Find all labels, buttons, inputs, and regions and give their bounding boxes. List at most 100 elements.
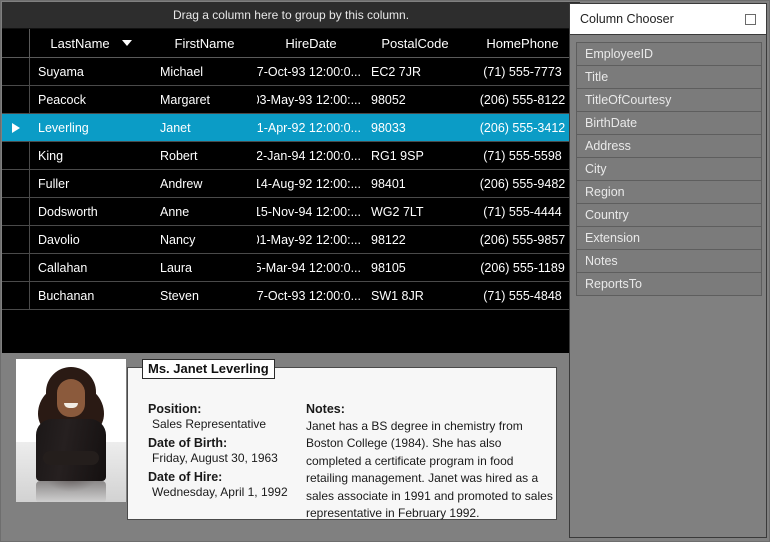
- birthdate-value: Friday, August 30, 1963: [152, 451, 278, 465]
- column-chooser-item[interactable]: ReportsTo: [576, 272, 762, 296]
- cell-postalcode[interactable]: WG2 7LT: [365, 198, 465, 225]
- cell-firstname[interactable]: Andrew: [152, 170, 257, 197]
- cell-lastname[interactable]: Buchanan: [30, 282, 152, 309]
- cell-firstname[interactable]: Anne: [152, 198, 257, 225]
- row-indicator-cell[interactable]: [2, 198, 30, 225]
- row-indicator-cell[interactable]: [2, 142, 30, 169]
- table-row[interactable]: Callahan Laura 05-Mar-94 12:00:0... 98105 (2…: [2, 254, 580, 282]
- cell-hiredate[interactable]: 05-Mar-94 12:00:0...: [257, 254, 365, 281]
- column-chooser-item[interactable]: Region: [576, 180, 762, 204]
- table-row[interactable]: Suyama Michael 17-Oct-93 12:00:0... EC2 7JR…: [2, 58, 580, 86]
- cell-lastname[interactable]: Peacock: [30, 86, 152, 113]
- cell-postalcode[interactable]: 98122: [365, 226, 465, 253]
- application-window: Drag a column here to group by this colu…: [0, 0, 770, 542]
- cell-firstname[interactable]: Janet: [152, 114, 257, 141]
- cell-lastname[interactable]: Davolio: [30, 226, 152, 253]
- column-chooser-item[interactable]: BirthDate: [576, 111, 762, 135]
- cell-hiredate[interactable]: 02-Jan-94 12:00:0...: [257, 142, 365, 169]
- grid-rows: Suyama Michael 17-Oct-93 12:00:0... EC2 7JR…: [2, 58, 580, 310]
- cell-hiredate[interactable]: 01-Apr-92 12:00:0...: [257, 114, 365, 141]
- cell-hiredate[interactable]: 03-May-93 12:00:...: [257, 86, 365, 113]
- cell-homephone[interactable]: (71) 555-4848: [465, 282, 580, 309]
- cell-homephone[interactable]: (71) 555-4444: [465, 198, 580, 225]
- column-header-firstname[interactable]: FirstName: [152, 29, 257, 57]
- cell-homephone[interactable]: (206) 555-3412: [465, 114, 580, 141]
- table-row[interactable]: Dodsworth Anne 15-Nov-94 12:00:... WG2 7LT(…: [2, 198, 580, 226]
- row-indicator-cell[interactable]: [2, 254, 30, 281]
- table-row[interactable]: Davolio Nancy 01-May-92 12:00:... 98122 (206…: [2, 226, 580, 254]
- cell-firstname[interactable]: Laura: [152, 254, 257, 281]
- cell-homephone[interactable]: (71) 555-5598: [465, 142, 580, 169]
- cell-hiredate[interactable]: 17-Oct-93 12:00:0...: [257, 58, 365, 85]
- column-chooser-item[interactable]: EmployeeID: [576, 42, 762, 66]
- row-indicator-cell[interactable]: [2, 226, 30, 253]
- row-indicator-cell[interactable]: [2, 282, 30, 309]
- group-by-panel-text: Drag a column here to group by this colu…: [172, 8, 410, 22]
- cell-firstname[interactable]: Michael: [152, 58, 257, 85]
- column-header-label: LastName: [50, 35, 110, 51]
- column-chooser-item[interactable]: City: [576, 157, 762, 181]
- cell-postalcode[interactable]: 98105: [365, 254, 465, 281]
- table-row[interactable]: Peacock Margaret 03-May-93 12:00:... 98052(…: [2, 86, 580, 114]
- detail-groupbox: Position: Sales Representative Date of B…: [127, 367, 557, 520]
- table-row[interactable]: Buchanan Steven 17-Oct-93 12:00:0... SW1 8J…: [2, 282, 580, 310]
- table-row[interactable]: Fuller Andrew 14-Aug-92 12:00:... 98401 (206…: [2, 170, 580, 198]
- cell-hiredate[interactable]: 15-Nov-94 12:00:...: [257, 198, 365, 225]
- column-chooser-item[interactable]: TitleOfCourtesy: [576, 88, 762, 112]
- employee-detail-card: Position: Sales Representative Date of B…: [9, 357, 561, 532]
- photo-arms: [43, 451, 99, 465]
- table-row[interactable]: Leverling Janet 01-Apr-92 12:00:0... 98033(…: [2, 114, 580, 142]
- column-chooser-item[interactable]: Title: [576, 65, 762, 89]
- cell-lastname[interactable]: King: [30, 142, 152, 169]
- column-header-homephone[interactable]: HomePhone: [465, 29, 580, 57]
- column-header-label: HireDate: [285, 35, 337, 51]
- cell-firstname[interactable]: Nancy: [152, 226, 257, 253]
- close-icon[interactable]: [745, 13, 756, 25]
- cell-postalcode[interactable]: 98033: [365, 114, 465, 141]
- detail-card-title: Ms. Janet Leverling: [142, 359, 275, 379]
- cell-hiredate[interactable]: 01-May-92 12:00:...: [257, 226, 365, 253]
- row-indicator-cell[interactable]: [2, 58, 30, 85]
- group-by-panel[interactable]: Drag a column here to group by this colu…: [2, 2, 580, 29]
- column-header-label: PostalCode: [381, 35, 449, 51]
- photo-reflection: [36, 481, 106, 502]
- column-chooser-title: Column Chooser: [580, 12, 674, 26]
- cell-homephone[interactable]: (206) 555-9857: [465, 226, 580, 253]
- table-row[interactable]: King Robert 02-Jan-94 12:00:0... RG1 9SP (71…: [2, 142, 580, 170]
- row-indicator-cell[interactable]: [2, 170, 30, 197]
- row-indicator-cell[interactable]: [2, 114, 30, 141]
- cell-postalcode[interactable]: 98401: [365, 170, 465, 197]
- cell-lastname[interactable]: Dodsworth: [30, 198, 152, 225]
- cell-postalcode[interactable]: 98052: [365, 86, 465, 113]
- cell-hiredate[interactable]: 17-Oct-93 12:00:0...: [257, 282, 365, 309]
- photo-body: [36, 419, 106, 481]
- column-header-label: FirstName: [174, 35, 235, 51]
- column-header-hiredate[interactable]: HireDate: [257, 29, 365, 57]
- cell-postalcode[interactable]: RG1 9SP: [365, 142, 465, 169]
- cell-lastname[interactable]: Callahan: [30, 254, 152, 281]
- cell-lastname[interactable]: Suyama: [30, 58, 152, 85]
- position-label: Position:: [148, 402, 202, 416]
- cell-homephone[interactable]: (206) 555-9482: [465, 170, 580, 197]
- cell-postalcode[interactable]: EC2 7JR: [365, 58, 465, 85]
- row-indicator-cell[interactable]: [2, 86, 30, 113]
- cell-firstname[interactable]: Margaret: [152, 86, 257, 113]
- sort-descending-icon[interactable]: [121, 40, 132, 46]
- cell-homephone[interactable]: (71) 555-7773: [465, 58, 580, 85]
- column-header-lastname[interactable]: LastName: [30, 29, 152, 57]
- cell-lastname[interactable]: Leverling: [30, 114, 152, 141]
- column-chooser-item[interactable]: Address: [576, 134, 762, 158]
- column-header-postalcode[interactable]: PostalCode: [365, 29, 465, 57]
- cell-homephone[interactable]: (206) 555-1189: [465, 254, 580, 281]
- cell-firstname[interactable]: Robert: [152, 142, 257, 169]
- column-chooser-item[interactable]: Notes: [576, 249, 762, 273]
- cell-homephone[interactable]: (206) 555-8122: [465, 86, 580, 113]
- notes-value: Janet has a BS degree in chemistry from …: [306, 419, 553, 520]
- cell-lastname[interactable]: Fuller: [30, 170, 152, 197]
- cell-firstname[interactable]: Steven: [152, 282, 257, 309]
- column-chooser-titlebar[interactable]: Column Chooser: [570, 4, 766, 35]
- cell-postalcode[interactable]: SW1 8JR: [365, 282, 465, 309]
- cell-hiredate[interactable]: 14-Aug-92 12:00:...: [257, 170, 365, 197]
- column-chooser-item[interactable]: Extension: [576, 226, 762, 250]
- column-chooser-item[interactable]: Country: [576, 203, 762, 227]
